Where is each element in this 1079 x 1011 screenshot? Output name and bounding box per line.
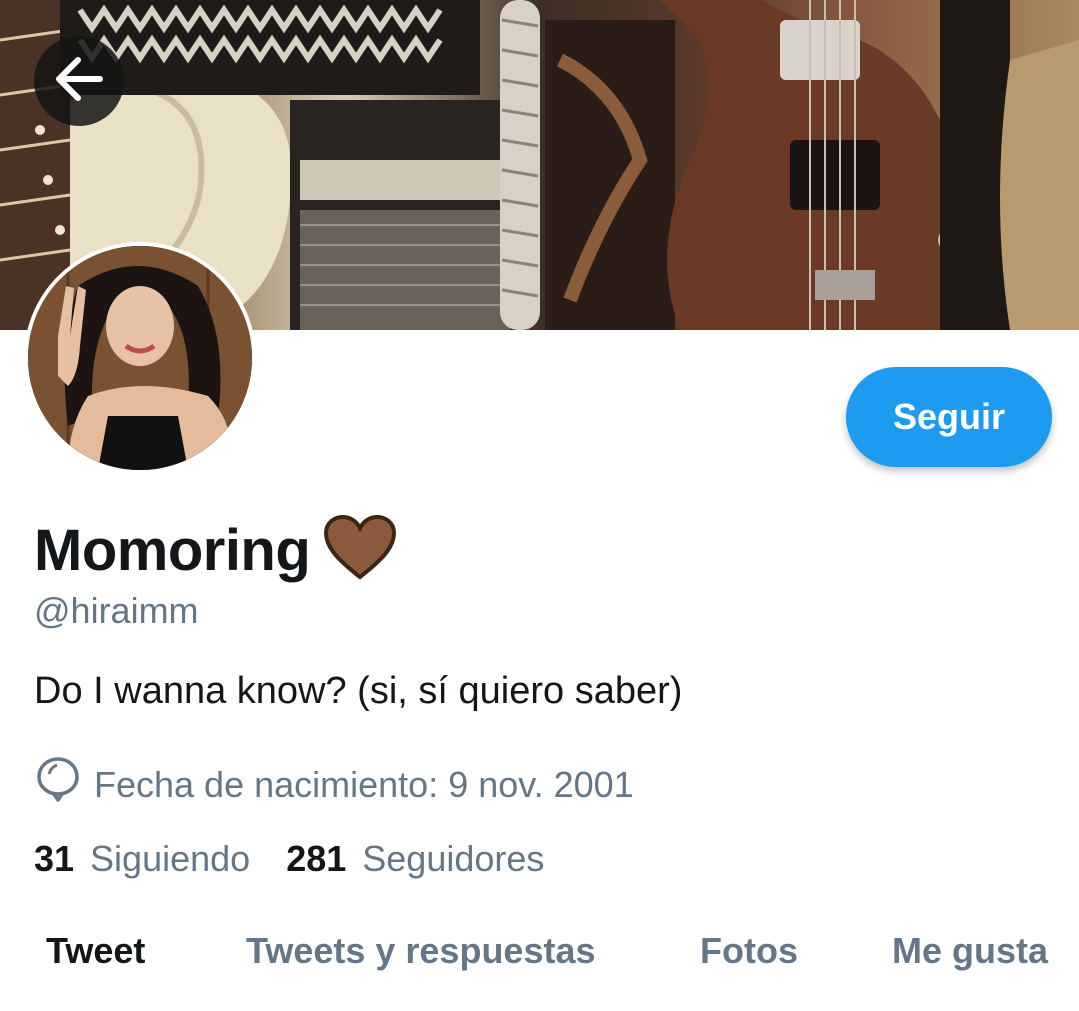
following-label: Siguiendo xyxy=(90,838,251,879)
tab-likes[interactable]: Me gusta xyxy=(892,930,1048,972)
arrow-left-icon xyxy=(54,56,104,107)
followers-count: 281 xyxy=(286,838,347,879)
bio-text: Do I wanna know? (si, sí quiero saber) xyxy=(34,670,683,712)
tab-photos[interactable]: Fotos xyxy=(700,930,798,972)
birthdate-row: Fecha de nacimiento: 9 nov. 2001 xyxy=(36,756,634,813)
follow-button[interactable]: Seguir xyxy=(846,367,1052,467)
birthdate-text: Fecha de nacimiento: 9 nov. 2001 xyxy=(94,763,634,805)
tab-tweets[interactable]: Tweet xyxy=(46,930,145,972)
followers-label: Seguidores xyxy=(362,838,545,879)
user-handle: @hiraimm xyxy=(34,590,199,631)
tab-tweets-and-replies[interactable]: Tweets y respuestas xyxy=(246,930,596,972)
back-button[interactable] xyxy=(34,36,124,126)
following-count: 31 xyxy=(34,838,75,879)
brown-heart-icon xyxy=(324,514,397,586)
profile-tabs: Tweet Tweets y respuestas Fotos Me gusta xyxy=(0,930,1079,990)
balloon-icon xyxy=(36,756,80,813)
follow-stats: 31 Siguiendo 281 Seguidores xyxy=(34,838,580,880)
display-name: Momoring xyxy=(34,517,311,583)
avatar-image xyxy=(28,246,252,470)
avatar[interactable] xyxy=(24,242,256,474)
followers-stat[interactable]: 281 Seguidores xyxy=(286,838,544,880)
following-stat[interactable]: 31 Siguiendo xyxy=(34,838,250,880)
display-name-row: Momoring xyxy=(34,510,397,590)
